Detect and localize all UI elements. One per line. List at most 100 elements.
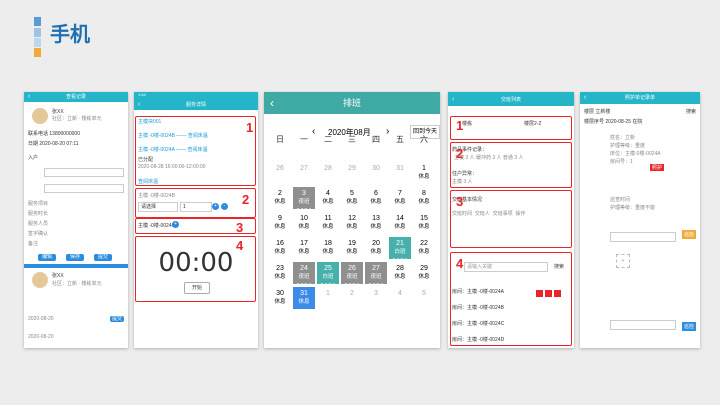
field-1: 服务项目 xyxy=(28,201,49,207)
filter-date[interactable]: 2020-08-25 xyxy=(605,119,631,125)
day-number: 30 xyxy=(276,290,284,297)
highlight-7 xyxy=(450,190,572,248)
calendar-day[interactable]: 27 夜班 8.17.1 xyxy=(365,262,387,289)
field-5: 备注 xyxy=(28,241,39,247)
shift-label: 休息 xyxy=(370,224,382,230)
calendar-day[interactable]: 24 夜班 8.17.1 xyxy=(293,262,315,289)
calendar-day[interactable]: 9 休息 xyxy=(269,212,291,234)
calendar-day[interactable]: 29 休息 xyxy=(413,262,435,284)
remark-input-1[interactable] xyxy=(610,232,676,242)
filter-floor[interactable]: 楼层序号 xyxy=(584,119,604,125)
submit-button[interactable]: 提交 xyxy=(94,254,112,261)
care-row-6: 护理等级：重度不能 xyxy=(610,205,656,211)
patrol-button-2[interactable]: 巡检 xyxy=(682,322,697,331)
calendar-day[interactable]: 29 xyxy=(341,162,363,184)
calendar-day[interactable]: 2 休息 xyxy=(269,187,291,209)
day-number: 12 xyxy=(348,215,356,222)
calendar-day[interactable]: 21 白班 8.17.1 xyxy=(389,237,411,264)
calendar-day[interactable]: 3 xyxy=(365,287,387,309)
calendar-day[interactable]: 26 xyxy=(269,162,291,184)
calendar-day[interactable]: 5 休息 xyxy=(341,187,363,209)
field-input-1[interactable] xyxy=(44,168,124,177)
row-action-button[interactable]: 提交 xyxy=(110,316,124,322)
date-row-3: 2020-08-20 xyxy=(28,334,54,340)
highlight-number-1: 1 xyxy=(246,120,254,135)
day-number: 28 xyxy=(396,265,404,272)
calendar-day[interactable]: 31 休息 xyxy=(293,287,315,309)
calendar-day[interactable]: 13 休息 xyxy=(365,212,387,234)
calendar-day[interactable]: 25 白班 8.17.1 xyxy=(317,262,339,289)
filter-status[interactable]: 在院 xyxy=(632,119,642,125)
date-value: 2020-08-20 07:11 xyxy=(39,141,79,147)
care-row-2: 护理等级：重度 xyxy=(610,143,646,149)
calendar-day[interactable]: 27 xyxy=(293,162,315,184)
calendar-day[interactable]: 8 休息 xyxy=(413,187,435,209)
filter-building[interactable]: 楼层 xyxy=(584,109,594,115)
calendar-day[interactable]: 23 休息 xyxy=(269,262,291,284)
calendar-day[interactable]: 4 xyxy=(389,287,411,309)
highlight-number-6: 2 xyxy=(456,146,464,161)
calendar-day[interactable]: 12 休息 xyxy=(341,212,363,234)
deco-square-top xyxy=(34,17,41,26)
patrol-button-1[interactable]: 巡检 xyxy=(682,230,697,239)
field-input-2[interactable] xyxy=(44,184,124,193)
day-number: 10 xyxy=(300,215,308,222)
calendar-day[interactable]: 18 休息 xyxy=(317,237,339,259)
calendar-day[interactable]: 1 休息 xyxy=(413,162,435,184)
shift-label: 休息 xyxy=(274,199,286,205)
separator-bar xyxy=(24,264,128,268)
calendar-day[interactable]: 20 休息 xyxy=(365,237,387,259)
calendar-day[interactable]: 22 休息 xyxy=(413,237,435,259)
back-icon[interactable]: ‹ xyxy=(138,100,140,110)
remark-input-2[interactable] xyxy=(610,320,676,330)
shift-label: 休息 xyxy=(418,174,430,180)
weekday-3: 三 xyxy=(348,135,356,144)
calendar-day[interactable]: 16 休息 xyxy=(269,237,291,259)
weekday-1: 一 xyxy=(300,135,308,144)
shift-label: 休息 xyxy=(274,224,286,230)
shift-label: 休息 xyxy=(394,274,406,280)
calendar-day[interactable]: 17 休息 xyxy=(293,237,315,259)
shift-label: 休息 xyxy=(298,249,310,255)
date-label: 日期 xyxy=(28,141,39,147)
status-bar: 1:44 xyxy=(134,92,258,100)
screen-record: ‹ 查看记录 张XX 社区：立新 · 楼栋单元 联系电话 13800000000… xyxy=(24,92,128,348)
back-icon[interactable]: ‹ xyxy=(270,92,274,114)
day-number: 22 xyxy=(420,240,428,247)
calendar-day[interactable]: 14 休息 xyxy=(389,212,411,234)
back-icon[interactable]: ‹ xyxy=(452,92,454,108)
calendar-day[interactable]: 31 xyxy=(389,162,411,184)
shift-label: 休息 xyxy=(394,199,406,205)
day-number: 15 xyxy=(420,215,428,222)
day-number: 28 xyxy=(324,165,332,172)
search-button[interactable]: 搜索 xyxy=(686,108,696,115)
calendar-day[interactable]: 30 xyxy=(365,162,387,184)
calendar-day[interactable]: 30 休息 xyxy=(269,287,291,309)
calendar-day[interactable]: 10 休息 xyxy=(293,212,315,234)
calendar-day[interactable]: 28 休息 xyxy=(389,262,411,284)
day-number: 2 xyxy=(350,290,354,297)
calendar-day[interactable]: 15 休息 xyxy=(413,212,435,234)
calendar-day[interactable]: 19 休息 xyxy=(341,237,363,259)
calendar-day[interactable]: 7 休息 xyxy=(389,187,411,209)
add-photo-icon[interactable]: + xyxy=(616,254,630,268)
calendar-day[interactable]: 4 休息 xyxy=(317,187,339,209)
calendar-day[interactable]: 2 xyxy=(341,287,363,309)
calendar-day[interactable]: 5 xyxy=(413,287,435,309)
calendar-day[interactable]: 3 夜班 8.17.1 xyxy=(293,187,315,214)
deco-square-mid2 xyxy=(34,38,41,47)
calendar-day[interactable]: 1 xyxy=(317,287,339,309)
calendar-day[interactable]: 28 xyxy=(317,162,339,184)
edit-button[interactable]: 编辑 xyxy=(38,254,56,261)
shift-label: 休息 xyxy=(346,224,358,230)
weekday-2: 二 xyxy=(324,135,332,144)
back-icon[interactable]: ‹ xyxy=(584,92,586,104)
shift-label: 白班 xyxy=(322,274,334,280)
calendar-day[interactable]: 11 休息 xyxy=(317,212,339,234)
back-icon[interactable]: ‹ xyxy=(28,92,30,102)
highlight-8 xyxy=(450,252,572,346)
calendar-day[interactable]: 6 休息 xyxy=(365,187,387,209)
save-button[interactable]: 保存 xyxy=(66,254,84,261)
filter-name[interactable]: 立新楼 xyxy=(595,109,610,115)
calendar-day[interactable]: 26 夜班 8.17.1 xyxy=(341,262,363,289)
